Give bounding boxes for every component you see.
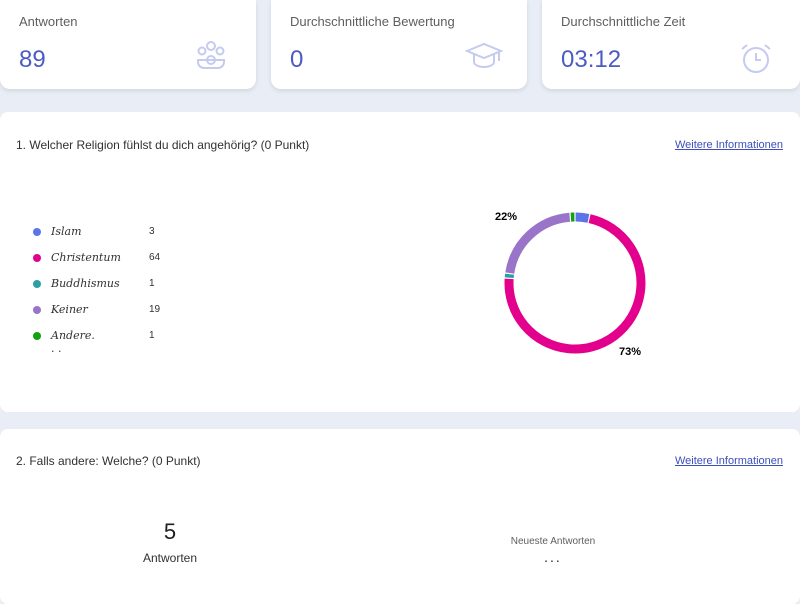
legend-count: 1 (149, 278, 155, 289)
stat-card-responses: Antworten 89 (0, 0, 256, 89)
recent-answers-placeholder[interactable]: ... (455, 549, 651, 565)
question-1-panel: 1. Welcher Religion fühlst du dich angeh… (0, 112, 800, 412)
donut-slice-islam[interactable] (576, 217, 589, 218)
legend-dot (33, 228, 41, 236)
question-2-panel: 2. Falls andere: Welche? (0 Punkt) Weite… (0, 429, 800, 604)
more-info-link[interactable]: Weitere Informationen (675, 455, 783, 467)
legend-dot (33, 306, 41, 314)
response-count-label: Antworten (0, 551, 340, 565)
stat-label: Antworten (19, 14, 78, 29)
data-label-keiner: 22% (495, 211, 517, 223)
donut-slice-keiner[interactable] (510, 217, 570, 273)
stat-label: Durchschnittliche Zeit (561, 14, 685, 29)
stat-card-rating: Durchschnittliche Bewertung 0 (271, 0, 527, 89)
legend-label: Andere. . . (51, 329, 95, 355)
legend-label: Keiner (51, 303, 88, 316)
legend-count: 3 (149, 226, 155, 237)
legend-count: 64 (149, 252, 160, 263)
legend-label: Islam (51, 225, 82, 238)
stat-value: 0 (290, 46, 303, 74)
legend-label: Christentum (51, 251, 121, 264)
more-info-link[interactable]: Weitere Informationen (675, 139, 783, 151)
recent-answers-label: Neueste Antworten (455, 536, 651, 547)
graduation-cap-icon (465, 42, 503, 72)
legend-dot (33, 254, 41, 262)
stat-card-time: Durchschnittliche Zeit 03:12 (542, 0, 800, 89)
question-title: 2. Falls andere: Welche? (0 Punkt) (16, 454, 201, 468)
stat-label: Durchschnittliche Bewertung (290, 14, 455, 29)
legend-dot (33, 332, 41, 340)
alarm-clock-icon (739, 42, 773, 76)
stat-value: 03:12 (561, 46, 621, 74)
people-group-icon (194, 38, 228, 74)
question-title: 1. Welcher Religion fühlst du dich angeh… (16, 138, 309, 152)
response-count: 5 (0, 519, 340, 545)
donut-chart (490, 198, 660, 368)
legend-count: 1 (149, 330, 155, 341)
legend-dot (33, 280, 41, 288)
data-label-christentum: 73% (619, 346, 641, 358)
legend-label: Buddhismus (51, 277, 120, 290)
legend-count: 19 (149, 304, 160, 315)
stat-value: 89 (19, 46, 46, 74)
